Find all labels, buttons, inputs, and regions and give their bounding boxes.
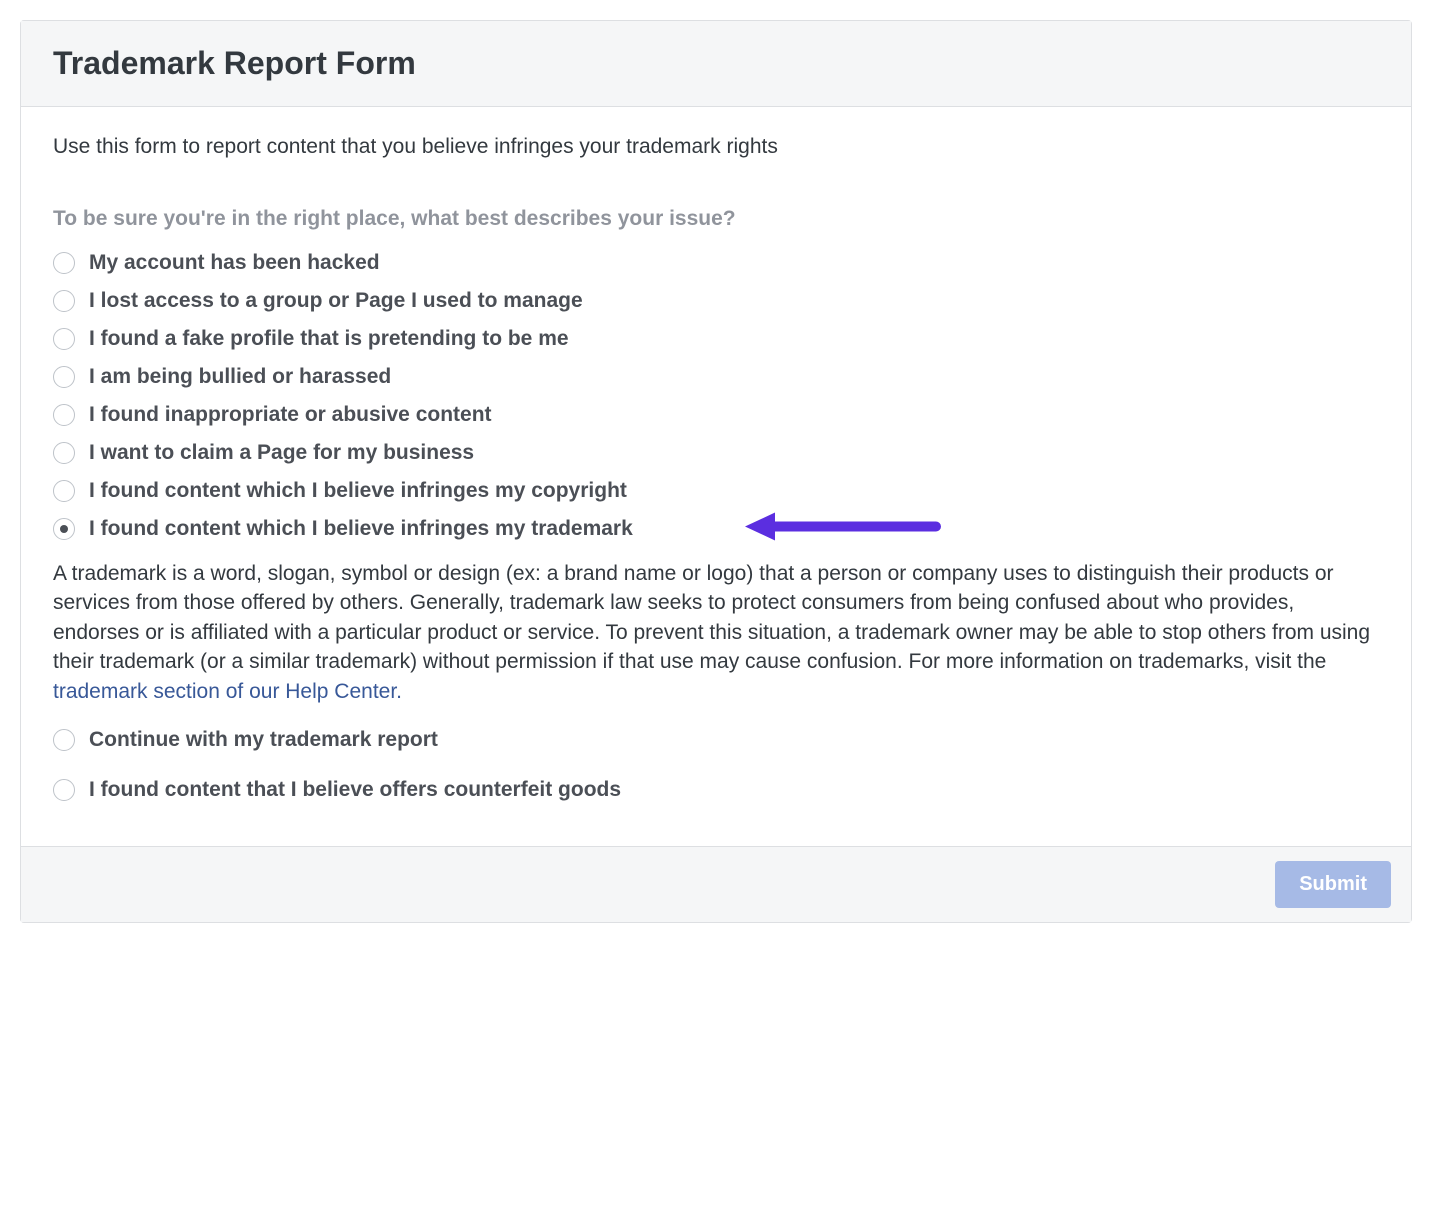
radio-icon[interactable] — [53, 779, 75, 801]
radio-label: I found content which I believe infringe… — [89, 517, 633, 541]
radio-label: I am being bullied or harassed — [89, 365, 391, 389]
trademark-explanation: A trademark is a word, slogan, symbol or… — [53, 559, 1379, 706]
page-title: Trademark Report Form — [53, 45, 1379, 82]
radio-label: Continue with my trademark report — [89, 728, 438, 752]
radio-icon[interactable] — [53, 518, 75, 540]
option-inappropriate-content[interactable]: I found inappropriate or abusive content — [53, 403, 1379, 427]
pointer-arrow-icon — [741, 511, 941, 548]
radio-icon[interactable] — [53, 252, 75, 274]
radio-label: My account has been hacked — [89, 251, 380, 275]
radio-label: I found content that I believe offers co… — [89, 778, 621, 802]
option-fake-profile[interactable]: I found a fake profile that is pretendin… — [53, 327, 1379, 351]
form-panel: Trademark Report Form Use this form to r… — [20, 20, 1412, 923]
question-text: To be sure you're in the right place, wh… — [53, 207, 1379, 231]
panel-body: Use this form to report content that you… — [21, 107, 1411, 846]
suboption-continue-report[interactable]: Continue with my trademark report — [53, 728, 1379, 752]
panel-footer: Submit — [21, 846, 1411, 922]
option-bullied[interactable]: I am being bullied or harassed — [53, 365, 1379, 389]
intro-text: Use this form to report content that you… — [53, 135, 1379, 159]
option-account-hacked[interactable]: My account has been hacked — [53, 251, 1379, 275]
explain-body: A trademark is a word, slogan, symbol or… — [53, 562, 1370, 673]
radio-icon[interactable] — [53, 328, 75, 350]
help-center-link[interactable]: trademark section of our Help Center. — [53, 680, 402, 703]
radio-icon[interactable] — [53, 366, 75, 388]
option-lost-access[interactable]: I lost access to a group or Page I used … — [53, 289, 1379, 313]
panel-header: Trademark Report Form — [21, 21, 1411, 107]
radio-label: I found content which I believe infringe… — [89, 479, 627, 503]
radio-icon[interactable] — [53, 290, 75, 312]
radio-label: I lost access to a group or Page I used … — [89, 289, 583, 313]
option-trademark[interactable]: I found content which I believe infringe… — [53, 517, 1379, 541]
submit-button[interactable]: Submit — [1275, 861, 1391, 908]
radio-icon[interactable] — [53, 729, 75, 751]
option-copyright[interactable]: I found content which I believe infringe… — [53, 479, 1379, 503]
radio-label: I found inappropriate or abusive content — [89, 403, 492, 427]
radio-icon[interactable] — [53, 404, 75, 426]
suboption-counterfeit-goods[interactable]: I found content that I believe offers co… — [53, 778, 1379, 802]
radio-icon[interactable] — [53, 480, 75, 502]
radio-label: I found a fake profile that is pretendin… — [89, 327, 569, 351]
radio-label: I want to claim a Page for my business — [89, 441, 474, 465]
option-claim-page[interactable]: I want to claim a Page for my business — [53, 441, 1379, 465]
radio-icon[interactable] — [53, 442, 75, 464]
